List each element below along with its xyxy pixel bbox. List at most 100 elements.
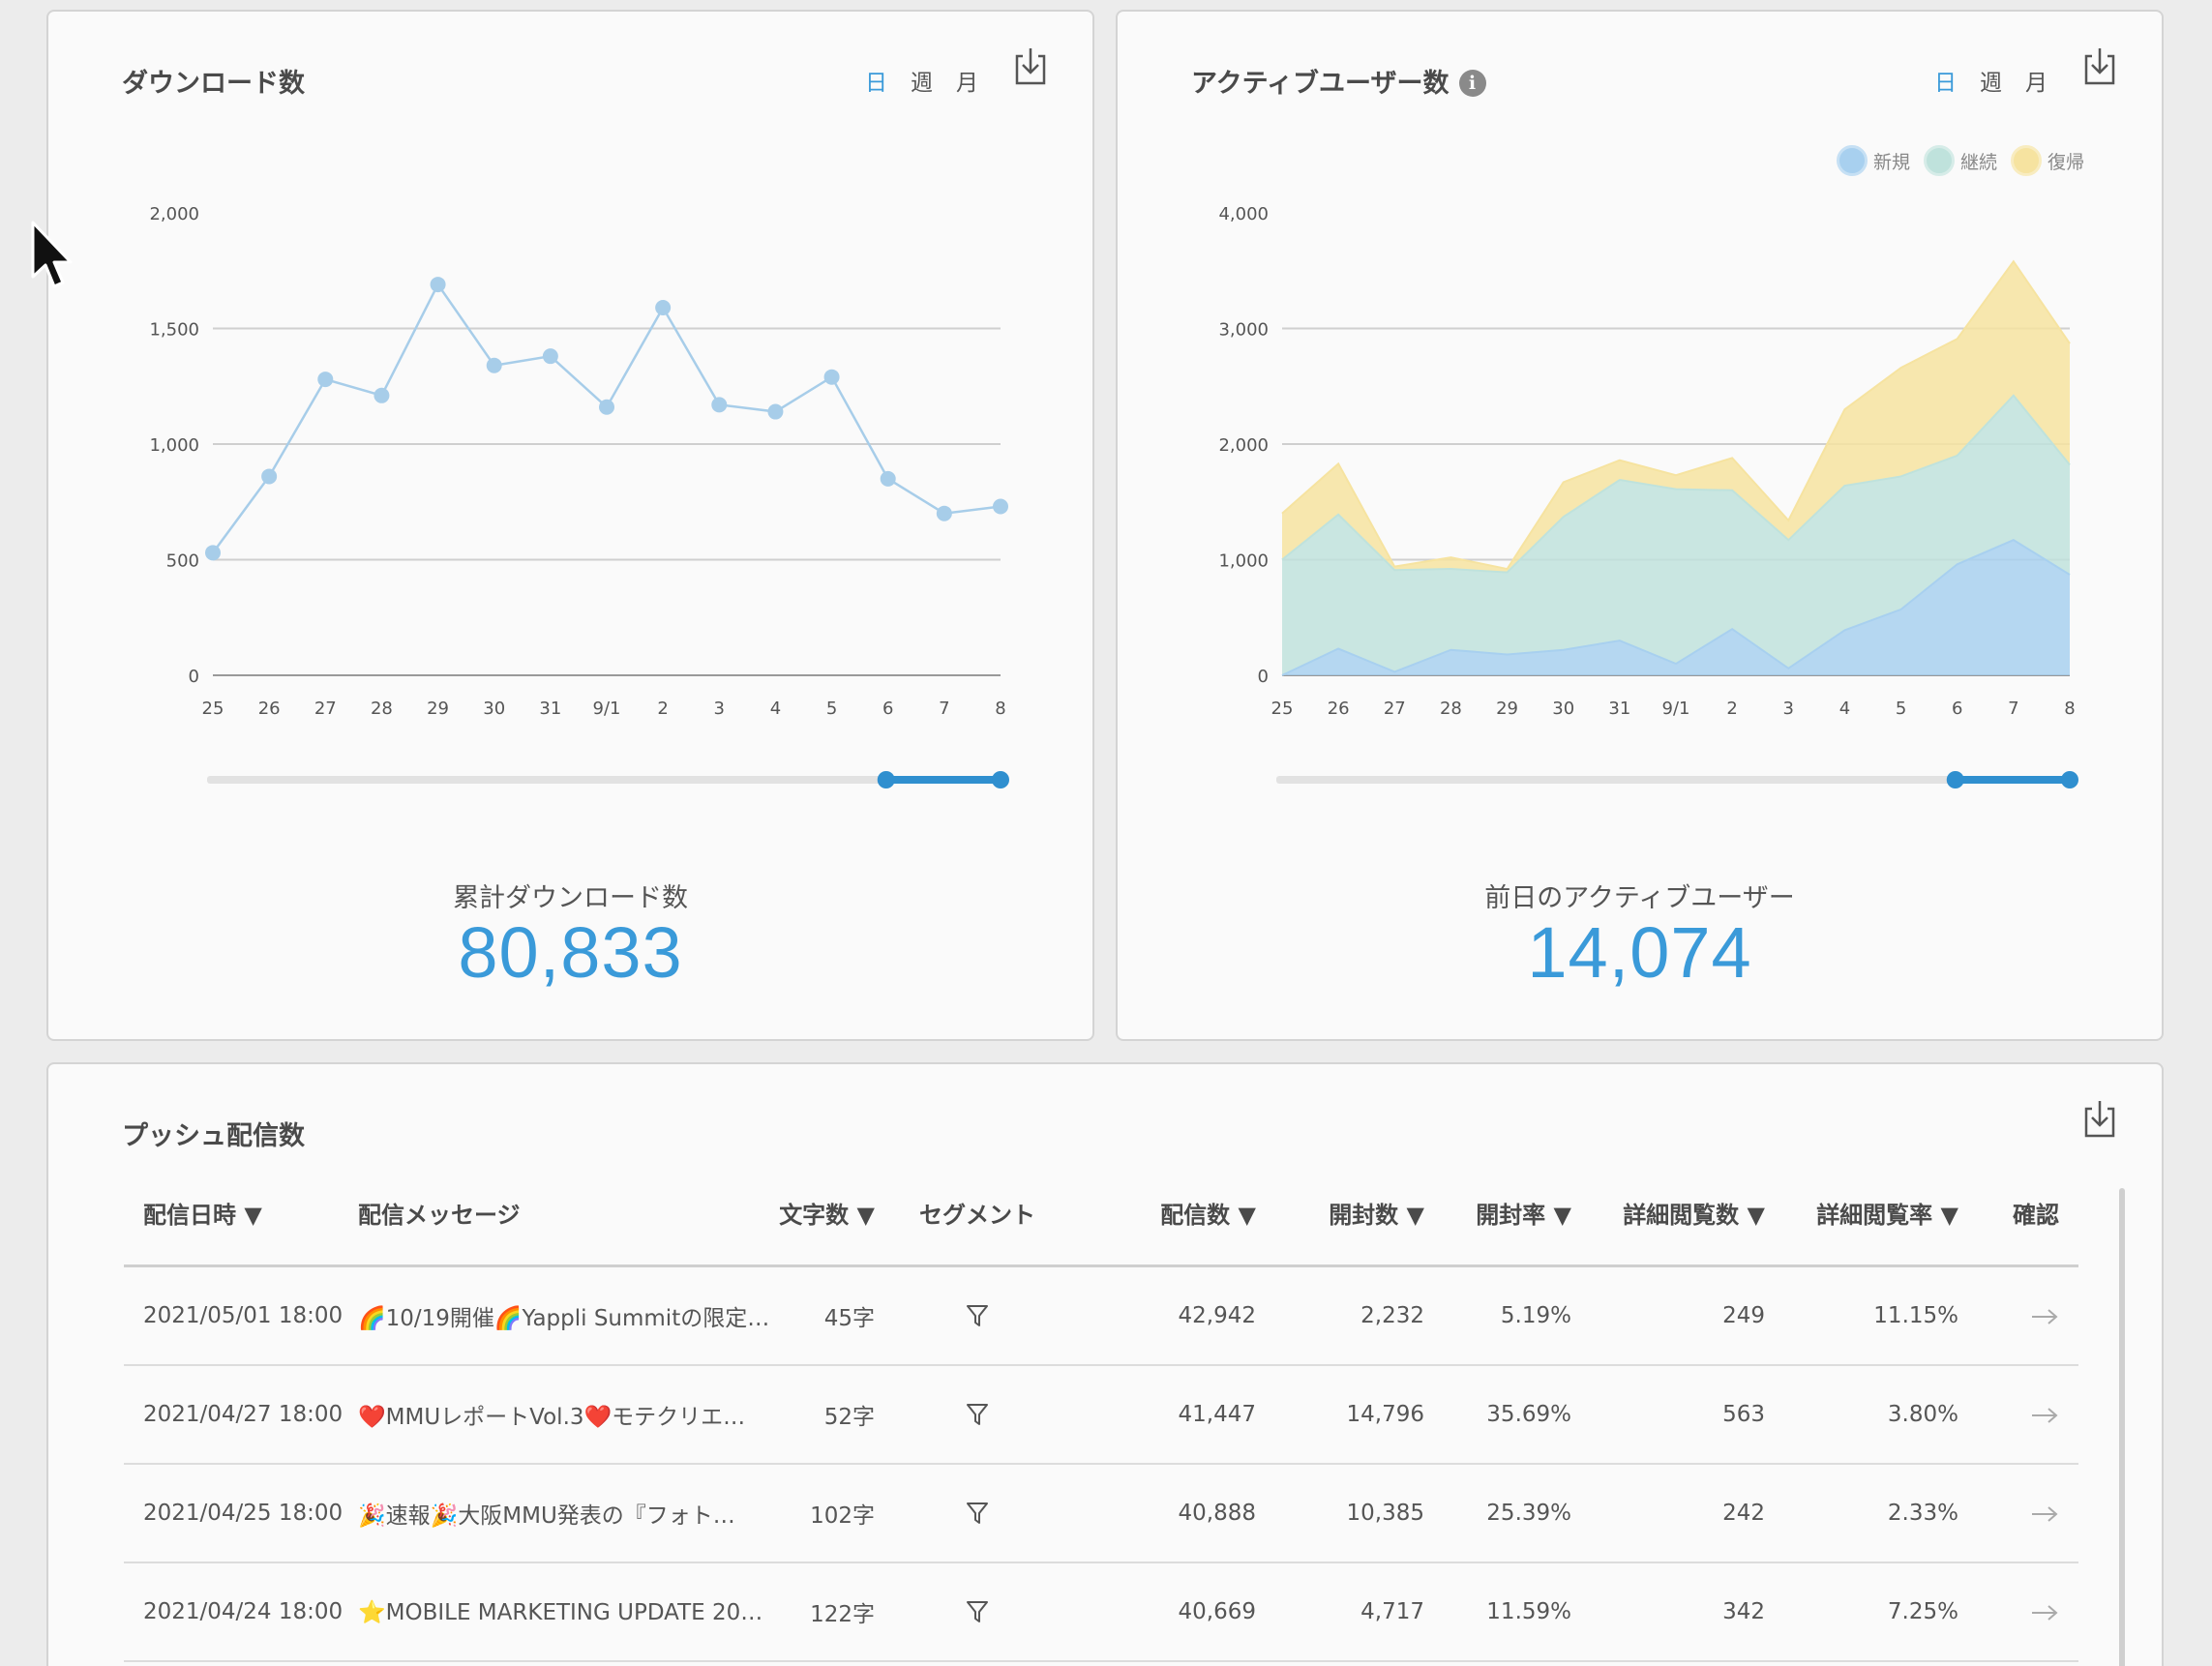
y-tick-label: 500 — [166, 551, 199, 572]
x-tick-label: 31 — [1608, 699, 1630, 719]
cell-confirm — [1958, 1402, 2078, 1427]
arrow-right-icon[interactable] — [2030, 1603, 2059, 1622]
table-body: 2021/05/01 18:00 🌈10/19開催🌈Yappli Summitの限… — [124, 1267, 2078, 1662]
cell-open-rate: 35.69% — [1486, 1402, 1571, 1427]
cell-chars: 102字 — [810, 1503, 875, 1529]
y-tick-label: 1,500 — [149, 320, 199, 341]
col-detail-rate[interactable]: 詳細閲覧率 ▼ — [1765, 1196, 1958, 1230]
col-chars[interactable]: 文字数 ▼ — [774, 1196, 875, 1230]
cell-open-rate: 5.19% — [1500, 1303, 1571, 1328]
data-point — [261, 468, 278, 485]
cell-detail-views: 342 — [1722, 1599, 1765, 1624]
cell-chars: 52字 — [823, 1405, 875, 1430]
cell-segment — [875, 1303, 1080, 1329]
data-point — [374, 387, 390, 403]
cell-detail-rate: 3.80% — [1887, 1402, 1958, 1427]
arrow-right-icon[interactable] — [2030, 1406, 2059, 1425]
data-point — [711, 397, 728, 413]
table-row[interactable]: 2021/04/24 18:00 ⭐MOBILE MARKETING UPDATE… — [124, 1563, 2078, 1662]
data-point — [205, 545, 221, 561]
col-confirm: 確認 — [2013, 1202, 2059, 1229]
cell-opened: 4,717 — [1360, 1599, 1424, 1624]
x-tick-label: 29 — [427, 699, 449, 719]
col-detail-views[interactable]: 詳細閲覧数 ▼ — [1571, 1196, 1765, 1230]
range-slider-handle-end[interactable] — [2061, 771, 2078, 788]
cell-sent: 40,888 — [1178, 1501, 1256, 1526]
cell-date: 2021/04/27 18:00 — [143, 1402, 344, 1427]
x-tick-label: 30 — [483, 699, 505, 719]
mouse-cursor-icon — [31, 221, 73, 288]
x-tick-label: 28 — [1440, 699, 1462, 719]
cell-detail-views: 249 — [1722, 1303, 1765, 1328]
col-opened[interactable]: 開封数 ▼ — [1256, 1196, 1424, 1230]
y-tick-label: 0 — [1258, 667, 1269, 687]
table-scrollbar[interactable] — [2119, 1188, 2125, 1666]
filter-icon[interactable] — [966, 1501, 989, 1526]
cell-message: ❤️MMUレポートVol.3❤️モテクリエ… — [358, 1405, 746, 1430]
range-slider-handle-end[interactable] — [992, 771, 1009, 788]
x-tick-label: 8 — [995, 699, 1005, 719]
col-segment: セグメント — [919, 1202, 1035, 1229]
data-point — [880, 470, 896, 487]
downloads-card: ダウンロード数 日 週 月 0 500 1,000 1,500 2,000 25 26 27 2… — [46, 10, 1094, 1041]
x-tick-label: 4 — [1839, 699, 1850, 719]
table-row[interactable]: 2021/05/01 18:00 🌈10/19開催🌈Yappli Summitの限… — [124, 1267, 2078, 1366]
data-point — [599, 399, 614, 415]
data-point — [936, 505, 952, 521]
x-tick-label: 6 — [882, 699, 893, 719]
range-slider-selection — [1955, 776, 2070, 784]
filter-icon[interactable] — [966, 1303, 989, 1328]
x-tick-label: 9/1 — [1662, 699, 1690, 719]
data-point — [486, 357, 502, 373]
range-slider-selection — [885, 776, 1001, 784]
x-tick-label: 8 — [2064, 699, 2075, 719]
cell-message: 🎉速報🎉大阪MMU発表の『フォト… — [358, 1503, 735, 1529]
cell-open-rate: 25.39% — [1486, 1501, 1571, 1526]
filter-icon[interactable] — [966, 1402, 989, 1427]
cell-confirm — [1958, 1599, 2078, 1624]
arrow-right-icon[interactable] — [2030, 1307, 2059, 1326]
x-tick-label: 7 — [2008, 699, 2018, 719]
x-tick-label: 31 — [539, 699, 561, 719]
table-row[interactable]: 2021/04/25 18:00 🎉速報🎉大阪MMU発表の『フォト… 102字 40,… — [124, 1465, 2078, 1563]
series-line — [211, 282, 1001, 554]
data-point — [430, 277, 446, 293]
range-slider-handle-start[interactable] — [1946, 771, 1964, 788]
data-point — [993, 498, 1008, 515]
filter-icon[interactable] — [966, 1599, 989, 1624]
downloads-total-label: 累計ダウンロード数 — [453, 883, 688, 913]
cell-message: 🌈10/19開催🌈Yappli Summitの限定… — [358, 1306, 770, 1331]
x-tick-label: 3 — [1783, 699, 1794, 719]
cell-confirm — [1958, 1303, 2078, 1328]
cell-date: 2021/05/01 18:00 — [143, 1303, 344, 1328]
cell-message: ⭐MOBILE MARKETING UPDATE 201… — [358, 1599, 774, 1625]
table-header: 配信日時 ▼ 配信メッセージ 文字数 ▼ セグメント 配信数 ▼ 開封数 ▼ 開… — [124, 1161, 2078, 1267]
y-tick-label: 2,000 — [149, 204, 199, 224]
x-tick-label: 5 — [826, 699, 837, 719]
cell-sent: 40,669 — [1178, 1599, 1256, 1624]
cell-opened: 2,232 — [1360, 1303, 1424, 1328]
cell-date: 2021/04/25 18:00 — [143, 1501, 344, 1526]
arrow-right-icon[interactable] — [2030, 1504, 2059, 1524]
active-users-card: アクティブユーザー数 i 日 週 月 新規 継続 復帰 0 1,000 2,000 3,… — [1116, 10, 2164, 1041]
x-tick-label: 5 — [1896, 699, 1906, 719]
x-tick-label: 25 — [1271, 699, 1294, 719]
cell-detail-rate: 11.15% — [1873, 1303, 1958, 1328]
col-sent[interactable]: 配信数 ▼ — [1080, 1196, 1256, 1230]
y-tick-label: 3,000 — [1218, 320, 1269, 341]
x-tick-label: 25 — [202, 699, 224, 719]
cell-open-rate: 11.59% — [1486, 1599, 1571, 1624]
col-open-rate[interactable]: 開封率 ▼ — [1424, 1196, 1571, 1230]
push-card: プッシュ配信数 配信日時 ▼ 配信メッセージ 文字数 ▼ セグメント 配信数 ▼… — [46, 1062, 2164, 1666]
download-icon[interactable] — [2078, 1099, 2121, 1142]
range-slider-handle-start[interactable] — [877, 771, 895, 788]
cell-chars: 45字 — [823, 1306, 875, 1331]
table-row[interactable]: 2021/04/27 18:00 ❤️MMUレポートVol.3❤️モテクリエ… 52… — [124, 1366, 2078, 1465]
x-tick-label: 2 — [657, 699, 668, 719]
cell-detail-views: 563 — [1722, 1402, 1765, 1427]
y-tick-label: 4,000 — [1218, 204, 1269, 224]
y-tick-label: 2,000 — [1218, 435, 1269, 456]
cell-detail-views: 242 — [1722, 1501, 1765, 1526]
data-point — [823, 369, 840, 385]
col-date[interactable]: 配信日時 ▼ — [124, 1196, 358, 1230]
